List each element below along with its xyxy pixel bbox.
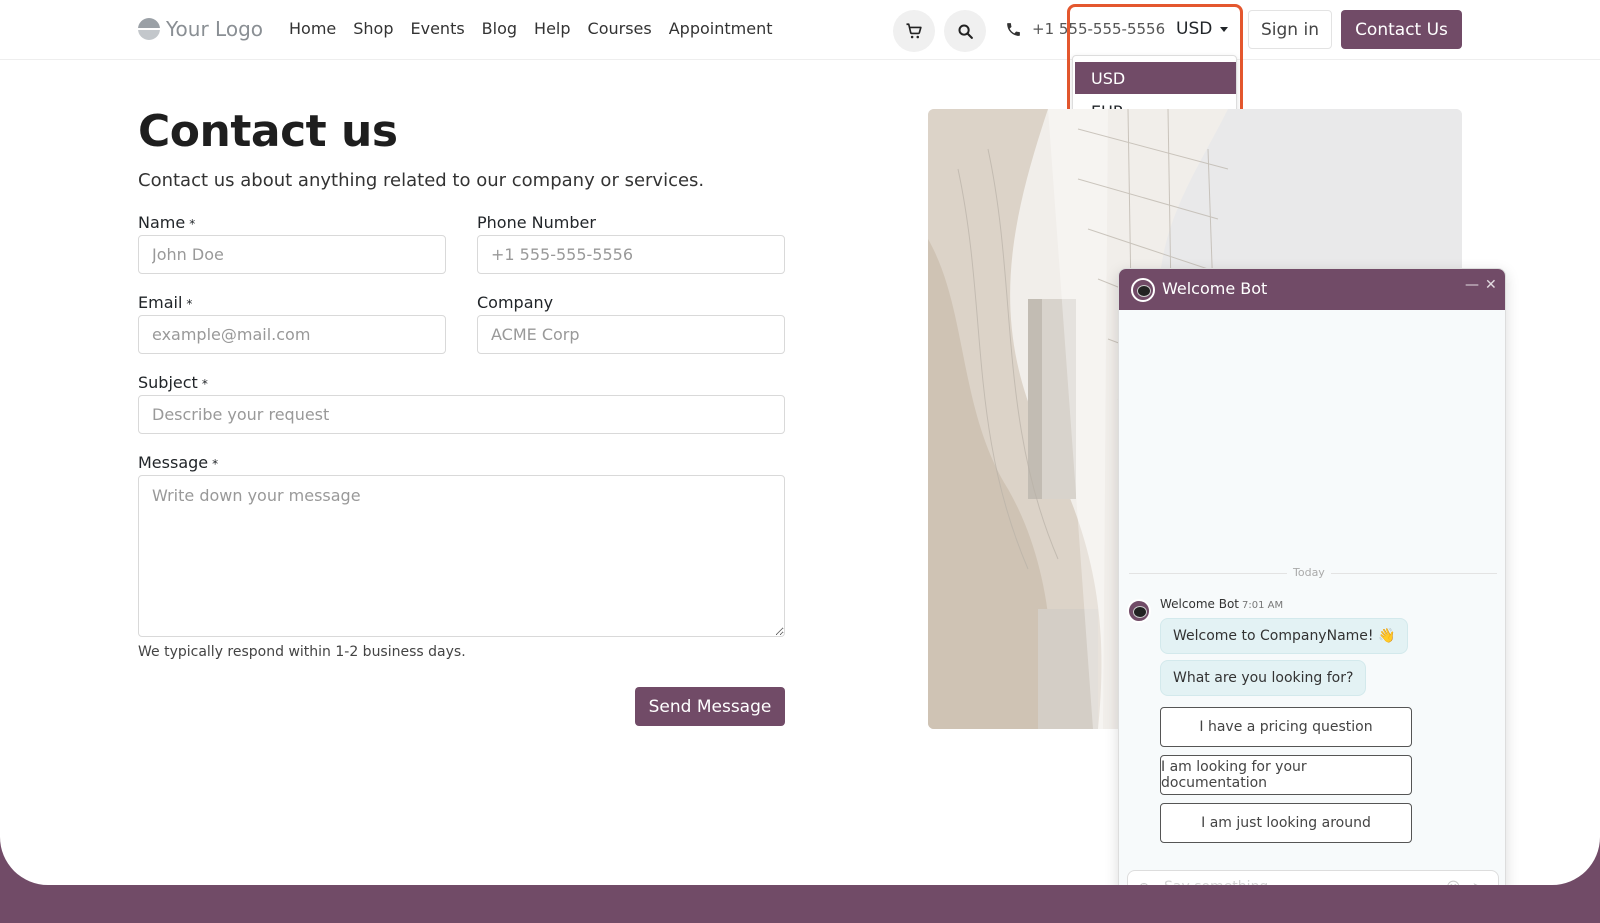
site-header: Your Logo Home Shop Events Blog Help Cou…: [0, 0, 1600, 60]
contact-us-button[interactable]: Contact Us: [1341, 10, 1462, 49]
message-header: Welcome Bot 7:01 AM: [1160, 597, 1283, 611]
message-textarea[interactable]: [138, 475, 785, 637]
nav-shop[interactable]: Shop: [353, 19, 393, 38]
search-icon: [957, 23, 973, 39]
chat-option-looking-around[interactable]: I am just looking around: [1160, 803, 1412, 843]
company-label: Company: [477, 293, 554, 312]
message-author: Welcome Bot: [1160, 597, 1239, 611]
phone-input[interactable]: [477, 235, 785, 274]
chat-option-documentation[interactable]: I am looking for your documentation: [1160, 755, 1412, 795]
bot-avatar-icon: [1131, 278, 1155, 302]
phone-label: Phone Number: [477, 213, 596, 232]
main-nav: Home Shop Events Blog Help Courses Appoi…: [289, 19, 772, 38]
logo-icon: [138, 18, 160, 40]
message-time: 7:01 AM: [1241, 600, 1284, 611]
message-label: Message *: [138, 453, 218, 472]
subject-input[interactable]: [138, 395, 785, 434]
cart-icon: [906, 23, 922, 39]
company-input[interactable]: [477, 315, 785, 354]
nav-help[interactable]: Help: [534, 19, 570, 38]
nav-blog[interactable]: Blog: [482, 19, 517, 38]
name-label: Name *: [138, 213, 195, 232]
nav-events[interactable]: Events: [411, 19, 465, 38]
chat-message: Welcome to CompanyName! 👋: [1160, 618, 1409, 654]
email-label-text: Email: [138, 293, 183, 312]
send-message-button[interactable]: Send Message: [635, 687, 785, 726]
nav-home[interactable]: Home: [289, 19, 336, 38]
send-icon[interactable]: ➤: [1472, 880, 1484, 885]
chat-option-pricing[interactable]: I have a pricing question: [1160, 707, 1412, 747]
chat-input[interactable]: [1164, 879, 1434, 885]
required-marker: *: [189, 217, 196, 231]
required-marker: *: [212, 457, 219, 471]
cart-button[interactable]: [893, 10, 935, 52]
minimize-icon[interactable]: —: [1465, 277, 1479, 293]
nav-appointment[interactable]: Appointment: [669, 19, 773, 38]
close-icon[interactable]: ✕: [1485, 277, 1497, 293]
chat-widget: Welcome Bot — ✕ Today Welcome Bot 7:01 AM…: [1118, 268, 1506, 885]
name-input[interactable]: [138, 235, 446, 274]
page-subtitle: Contact us about anything related to our…: [138, 170, 705, 191]
email-label: Email *: [138, 293, 192, 312]
sign-in-button[interactable]: Sign in: [1248, 10, 1332, 49]
bot-avatar-icon: [1127, 599, 1151, 623]
chat-title: Welcome Bot: [1162, 279, 1268, 298]
currency-option-usd[interactable]: USD: [1075, 62, 1236, 94]
message-label-text: Message: [138, 453, 209, 472]
subject-label: Subject *: [138, 373, 208, 392]
phone-icon: [1007, 22, 1020, 36]
response-time-hint: We typically respond within 1-2 business…: [138, 644, 466, 660]
nav-courses[interactable]: Courses: [588, 19, 652, 38]
chat-message: What are you looking for?: [1160, 660, 1367, 696]
chat-input-box: ⊕ ☺ ➤: [1127, 870, 1499, 885]
search-button[interactable]: [944, 10, 986, 52]
required-marker: *: [186, 297, 193, 311]
logo[interactable]: Your Logo: [138, 17, 263, 41]
required-marker: *: [201, 377, 208, 391]
page-title: Contact us: [138, 106, 398, 157]
add-icon[interactable]: ⊕: [1138, 880, 1150, 885]
page: Your Logo Home Shop Events Blog Help Cou…: [0, 0, 1600, 885]
emoji-icon[interactable]: ☺: [1446, 880, 1461, 885]
logo-text: Your Logo: [166, 17, 264, 41]
day-separator: Today: [1287, 566, 1331, 579]
name-label-text: Name: [138, 213, 186, 232]
email-input[interactable]: [138, 315, 446, 354]
subject-label-text: Subject: [138, 373, 198, 392]
chat-header[interactable]: Welcome Bot — ✕: [1119, 269, 1505, 310]
